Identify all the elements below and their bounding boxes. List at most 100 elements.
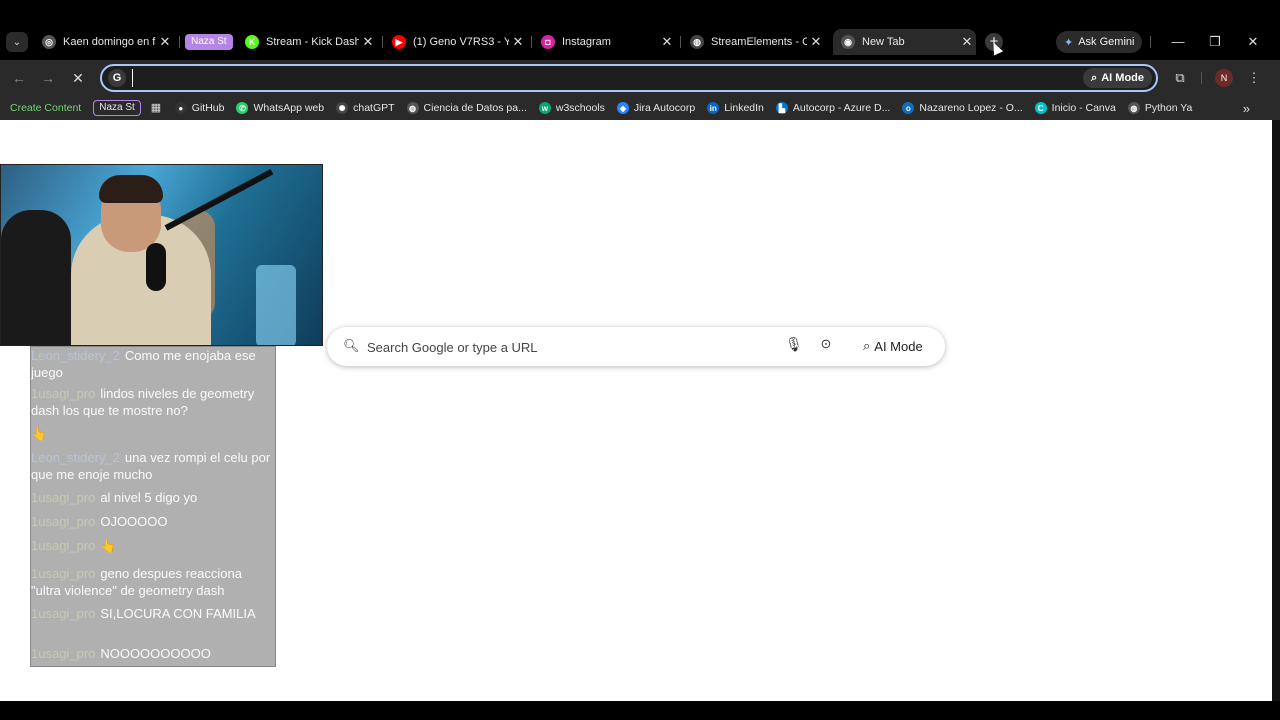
chat-message: Leon_stidery_2 una vez rompi el celu por …: [31, 449, 275, 483]
window-edge: [1272, 120, 1280, 701]
bookmark-item[interactable]: ◍ Python Ya: [1127, 102, 1193, 114]
bookmark-favicon-icon: in: [707, 102, 720, 114]
bookmark-favicon-icon: ✆: [236, 102, 249, 114]
bookmark-item[interactable]: C Inicio - Canva: [1034, 102, 1116, 114]
minimize-button[interactable]: —: [1168, 32, 1188, 52]
tab-2[interactable]: ▶ (1) Geno V7RS3 - Yo ✕: [384, 30, 527, 54]
bookmark-item[interactable]: w w3schools: [538, 102, 605, 114]
extensions-button[interactable]: ⧉: [1170, 68, 1190, 88]
ask-gemini-label: Ask Gemini: [1078, 36, 1135, 48]
tab-title: Stream - Kick Dashb: [266, 36, 359, 48]
bookmark-favicon-icon: C: [1034, 102, 1047, 114]
tab-close-icon[interactable]: ✕: [807, 34, 825, 50]
profile-avatar[interactable]: N: [1215, 69, 1233, 87]
chat-message: Leon_stidery_2 Como me enojaba ese juego: [31, 347, 275, 381]
google-lens-icon[interactable]: ⊙: [818, 336, 834, 356]
close-window-button[interactable]: ✕: [1243, 32, 1263, 52]
webcam-microphone: [146, 243, 166, 291]
search-sparkle-icon: ⌕: [863, 338, 871, 353]
bookmark-label: w3schools: [555, 102, 605, 114]
forward-button[interactable]: →: [38, 68, 58, 88]
back-button[interactable]: ←: [9, 68, 29, 88]
bookmark-label: Python Ya: [1144, 102, 1193, 114]
chat-message: 1usagi_pro lindos niveles de geometry das…: [31, 385, 275, 419]
tab-title: (1) Geno V7RS3 - Yo: [413, 36, 509, 48]
tab-close-icon[interactable]: ✕: [156, 34, 174, 50]
tab-favicon-icon: ◘: [541, 35, 555, 49]
tab-close-icon[interactable]: ✕: [359, 34, 377, 50]
bookmark-item[interactable]: ▙ Autocorp - Azure D...: [775, 102, 891, 114]
tab-separator: [1150, 36, 1151, 48]
bookmarks-bar: Create Content Naza St ▦ ● GitHub ✆ WhatsAp…: [0, 96, 1280, 120]
bookmark-create-content[interactable]: Create Content: [10, 102, 81, 114]
webcam-person-hair: [99, 175, 163, 203]
ai-mode-button[interactable]: ⌕ AI Mode: [855, 334, 931, 358]
bookmark-label: chatGPT: [353, 102, 395, 114]
chat-text: al nivel 5 digo yo: [100, 490, 198, 505]
tab-group-chip[interactable]: Naza St: [185, 34, 233, 50]
chat-username: 1usagi_pro: [31, 646, 96, 661]
tab-close-icon[interactable]: ✕: [509, 34, 527, 50]
bookmark-list: ● GitHub ✆ WhatsApp web ✺ chatGPT ◍ Ciencia de …: [174, 102, 1205, 114]
tab-4[interactable]: ◍ StreamElements - O ✕: [682, 30, 825, 54]
tab-favicon-icon: ◍: [690, 35, 704, 49]
bookmark-favicon-icon: ◆: [616, 102, 629, 114]
chat-username: 1usagi_pro: [31, 538, 96, 553]
chat-text: 👆: [100, 538, 117, 553]
search-icon: 🔍︎: [343, 338, 360, 353]
toolbar-separator: [1201, 72, 1202, 84]
omnibox-ai-mode-button[interactable]: ⌕ AI Mode: [1083, 68, 1152, 88]
chat-message: 1usagi_pro NOOOOOOOOOO: [31, 645, 275, 662]
bookmark-label: Inicio - Canva: [1051, 102, 1116, 114]
chat-message: 1usagi_pro OJOOOOO: [31, 513, 275, 530]
chat-message: 👆: [31, 425, 275, 442]
tab-title: Kaen domingo en fa: [63, 36, 156, 48]
google-search-box[interactable]: 🔍︎ 🎙︎ ⊙ ⌕ AI Mode: [327, 327, 945, 366]
search-sparkle-icon: ⌕: [1091, 71, 1098, 84]
chat-message: 1usagi_pro geno despues reacciona "ultra …: [31, 565, 275, 599]
ai-mode-label: AI Mode: [1101, 72, 1144, 84]
bookmark-item[interactable]: o Nazareno Lopez - O...: [902, 102, 1023, 114]
bookmark-item[interactable]: ◆ Jira Autocorp: [616, 102, 696, 114]
tab-5[interactable]: ◉ New Tab ✕: [833, 29, 976, 55]
bookmark-item[interactable]: ● GitHub: [174, 102, 224, 114]
ask-gemini-button[interactable]: ✦ Ask Gemini: [1056, 31, 1143, 53]
address-input[interactable]: [132, 69, 1072, 87]
bookmark-item[interactable]: ✆ WhatsApp web: [236, 102, 324, 114]
bookmark-group-chip[interactable]: Naza St: [93, 100, 141, 116]
arrow-right-icon: →: [41, 70, 55, 86]
chat-text: 👆: [31, 426, 48, 441]
omnibox[interactable]: G ⌕ AI Mode: [100, 64, 1158, 92]
puzzle-icon: ⧉: [1175, 70, 1185, 85]
google-g-icon: G: [108, 69, 126, 87]
stop-loading-button[interactable]: ✕: [68, 68, 88, 88]
microphone-icon[interactable]: 🎙︎: [785, 336, 803, 356]
bookmark-item[interactable]: in LinkedIn: [707, 102, 764, 114]
search-input[interactable]: [367, 338, 767, 356]
tab-separator: [680, 36, 681, 48]
chat-username: Leon_stidery_2: [31, 348, 120, 363]
bookmark-favicon-icon: o: [902, 102, 915, 114]
tab-favicon-icon: K: [245, 35, 259, 49]
bookmark-label: Jira Autocorp: [633, 102, 696, 114]
bookmark-favicon-icon: ◍: [406, 102, 419, 114]
apps-grid-icon[interactable]: ▦: [151, 102, 163, 114]
bookmarks-overflow-chevron-icon[interactable]: »: [1243, 101, 1250, 116]
tab-0[interactable]: ◎ Kaen domingo en fa ✕: [34, 30, 174, 54]
tab-close-icon[interactable]: ✕: [958, 34, 976, 50]
bookmark-item[interactable]: ✺ chatGPT: [336, 102, 395, 114]
tab-close-icon[interactable]: ✕: [658, 34, 676, 50]
toolbar: ← → ✕ G ⌕ AI Mode ⧉ N ⋮: [0, 60, 1280, 96]
tab-separator: [179, 36, 180, 48]
tab-1[interactable]: K Stream - Kick Dashb ✕: [237, 30, 377, 54]
bookmark-label: Autocorp - Azure D...: [792, 102, 891, 114]
tab-search-button[interactable]: ⌄: [6, 32, 28, 52]
chat-message: 1usagi_pro SI,LOCURA CON FAMILIA: [31, 605, 275, 622]
restore-button[interactable]: ❐: [1205, 32, 1225, 52]
tab-title: Instagram: [562, 36, 611, 48]
tab-3[interactable]: ◘ Instagram ✕: [533, 30, 676, 54]
menu-button[interactable]: ⋮: [1244, 68, 1264, 88]
bookmark-item[interactable]: ◍ Ciencia de Datos pa...: [406, 102, 527, 114]
tab-favicon-icon: ◉: [841, 35, 855, 49]
webcam-light: [256, 265, 296, 345]
